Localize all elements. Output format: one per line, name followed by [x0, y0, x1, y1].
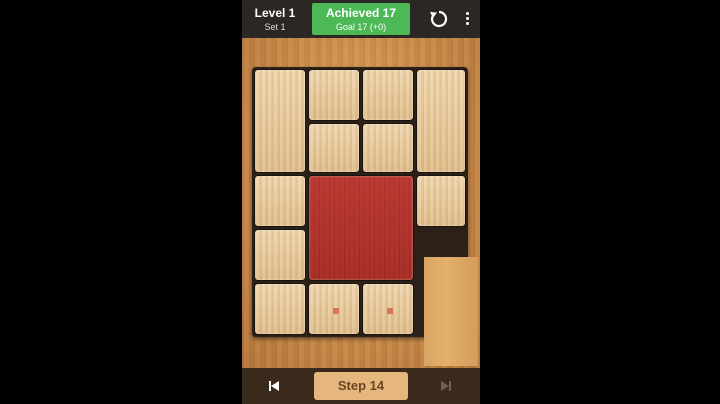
level-indicator: Level 1 Set 1 [242, 0, 308, 38]
block-vertical-right[interactable] [416, 69, 466, 173]
restart-icon[interactable] [429, 9, 449, 29]
goal-label: Goal 17 (+0) [335, 22, 387, 32]
bottom-bar: Step 14 [242, 368, 480, 404]
more-vert-icon[interactable] [462, 11, 474, 27]
block-small[interactable] [362, 69, 414, 121]
puzzle-board [252, 67, 478, 366]
goal-slot [424, 257, 478, 366]
block-small[interactable] [254, 175, 306, 227]
achieved-label: Achieved 17 [325, 6, 397, 20]
step-button[interactable]: Step 14 [314, 372, 408, 400]
skip-previous-icon[interactable] [268, 380, 280, 392]
block-small[interactable] [308, 69, 360, 121]
block-small[interactable] [416, 175, 466, 227]
block-small[interactable] [308, 123, 360, 173]
board-area [242, 38, 480, 368]
block-vertical-left[interactable] [254, 69, 306, 173]
goal-marker [333, 308, 339, 314]
skip-next-icon[interactable] [440, 380, 452, 392]
achieved-badge: Achieved 17 Goal 17 (+0) [312, 3, 410, 35]
goal-marker [387, 308, 393, 314]
block-small-marked[interactable] [308, 283, 360, 335]
level-label: Level 1 [254, 6, 296, 20]
set-label: Set 1 [264, 22, 286, 32]
block-small[interactable] [362, 123, 414, 173]
block-small-marked[interactable] [362, 283, 414, 335]
block-small[interactable] [254, 283, 306, 335]
game-screen: Level 1 Set 1 Achieved 17 Goal 17 (+0) S… [242, 0, 480, 404]
target-block[interactable] [308, 175, 414, 281]
top-bar: Level 1 Set 1 Achieved 17 Goal 17 (+0) [242, 0, 480, 38]
block-small[interactable] [254, 229, 306, 281]
